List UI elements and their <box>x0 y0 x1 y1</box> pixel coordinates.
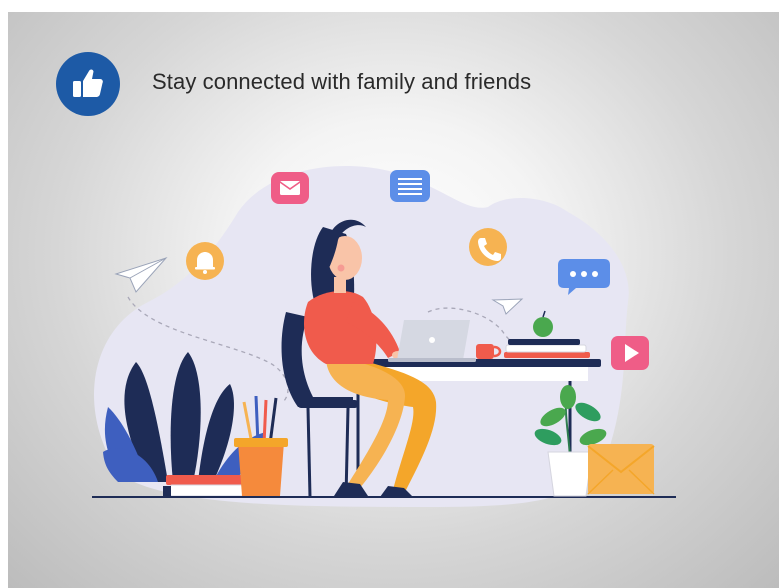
illustration-woman-at-laptop <box>92 166 676 508</box>
phone-icon <box>469 228 507 266</box>
mail-icon <box>271 172 309 204</box>
paper-plane-icon <box>114 256 168 293</box>
slide: Stay connected with family and friends <box>8 12 779 588</box>
envelope <box>587 444 655 495</box>
document-icon <box>390 170 430 202</box>
play-icon <box>611 336 649 370</box>
bell-icon <box>186 242 224 280</box>
book-stack <box>163 475 247 497</box>
